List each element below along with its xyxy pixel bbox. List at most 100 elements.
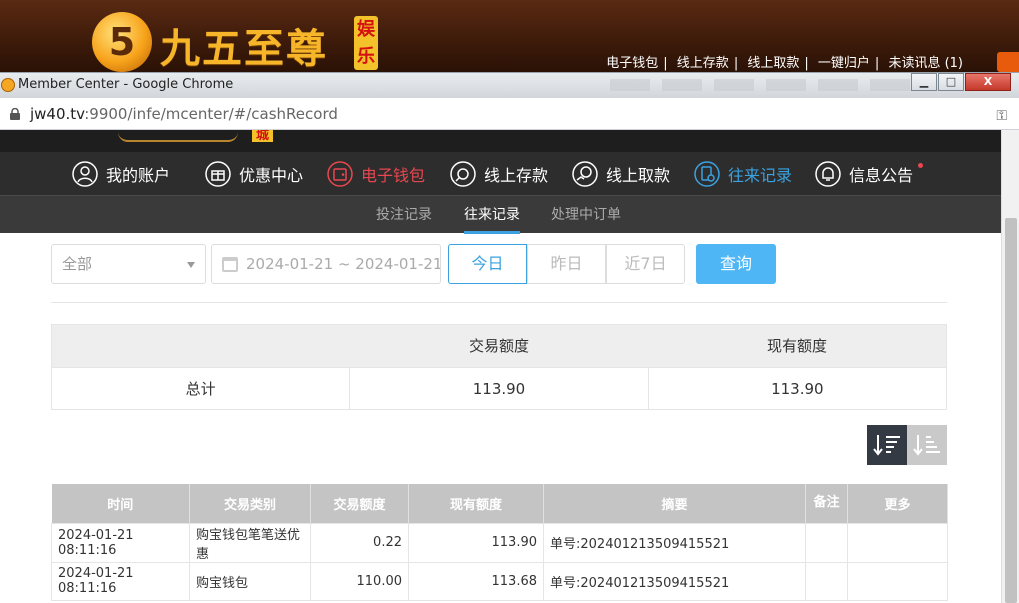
type-select[interactable]: 全部 bbox=[51, 244, 206, 284]
toplink-withdraw[interactable]: 线上取款 bbox=[747, 56, 799, 71]
nav-label: 往来记录 bbox=[728, 165, 793, 185]
summary-header: 交易额度 现有额度 bbox=[52, 325, 946, 367]
page-viewport: 城 我的账户 优惠中心 电子钱包 线上存款 线上取款 往来记录 信息公告 投注记… bbox=[0, 130, 1001, 603]
cell-balance: 113.90 bbox=[408, 522, 544, 563]
nav-label: 信息公告 bbox=[849, 165, 914, 185]
summary-header-label bbox=[52, 325, 350, 367]
url-text[interactable]: jw40.tv:9900/infe/mcenter/#/cashRecord bbox=[30, 105, 338, 123]
date-range-input[interactable]: 2024-01-21 ~ 2024-01-21 bbox=[211, 244, 441, 284]
logo-text: 九五至尊 bbox=[160, 25, 328, 72]
col-balance[interactable]: 现有额度 bbox=[408, 484, 544, 523]
sort-desc-button[interactable] bbox=[867, 425, 907, 465]
cell-remark bbox=[805, 561, 848, 601]
chevron-down-icon bbox=[187, 262, 195, 268]
nav-label: 电子钱包 bbox=[361, 165, 426, 185]
sub-nav: 投注记录 往来记录 处理中订单 bbox=[0, 195, 1001, 234]
nav-my-account[interactable]: 我的账户 bbox=[72, 152, 170, 195]
summary-total-amount: 113.90 bbox=[349, 368, 647, 409]
site-top-links: 电子钱包 | 线上存款 | 线上取款 | 一键归户 | 未读讯息 (1) bbox=[606, 56, 963, 71]
cell-summary: 单号:202401213509415521 bbox=[543, 561, 806, 601]
col-remark[interactable]: 备注 bbox=[805, 484, 848, 523]
sort-desc-icon bbox=[873, 435, 900, 456]
page-scrollbar[interactable] bbox=[1001, 130, 1019, 603]
cell-time: 2024-01-21 08:11:16 bbox=[51, 561, 190, 601]
range-7days-button[interactable]: 近7日 bbox=[606, 244, 685, 284]
record-icon bbox=[694, 160, 720, 187]
summary-total-row: 总计 113.90 113.90 bbox=[52, 367, 946, 409]
cell-amount: 110.00 bbox=[310, 561, 409, 601]
toplink-consolidate[interactable]: 一键归户 bbox=[818, 56, 870, 71]
col-more[interactable]: 更多 bbox=[847, 484, 948, 523]
col-time[interactable]: 时间 bbox=[51, 484, 190, 523]
url-host: jw40.tv bbox=[30, 105, 85, 123]
summary-table: 交易额度 现有额度 总计 113.90 113.90 bbox=[51, 324, 947, 410]
cell-time: 2024-01-21 08:11:16 bbox=[51, 522, 190, 563]
user-icon bbox=[72, 160, 98, 187]
favicon-icon bbox=[1, 78, 15, 92]
notification-dot bbox=[918, 163, 924, 168]
logo-mark: 5 bbox=[92, 12, 152, 72]
nav-announcements[interactable]: 信息公告 bbox=[815, 152, 924, 195]
nav-transaction-records[interactable]: 往来记录 bbox=[694, 152, 792, 195]
col-amount[interactable]: 交易额度 bbox=[310, 484, 409, 523]
gift-icon bbox=[205, 160, 231, 187]
bell-icon bbox=[815, 160, 841, 187]
site-corner-tab bbox=[997, 52, 1019, 72]
nav-promotions[interactable]: 优惠中心 bbox=[205, 152, 303, 195]
records-header-row: 时间 交易类别 交易额度 现有额度 摘要 备注 更多 bbox=[51, 484, 948, 523]
wallet-icon bbox=[327, 160, 353, 187]
toplink-wallet[interactable]: 电子钱包 bbox=[606, 56, 658, 71]
records-table: 时间 交易类别 交易额度 现有额度 摘要 备注 更多 2024-01-21 08… bbox=[51, 484, 948, 601]
logo-strip: 城 bbox=[0, 130, 1001, 152]
date-range-value: 2024-01-21 ~ 2024-01-21 bbox=[246, 255, 441, 273]
summary-header-amount: 交易额度 bbox=[468, 337, 529, 355]
logo-badge: 娱乐 bbox=[354, 16, 378, 70]
sort-asc-icon bbox=[913, 435, 940, 456]
site-header-background: 5 九五至尊 娱乐 电子钱包 | 线上存款 | 线上取款 | 一键归户 | 未读讯息 (… bbox=[0, 0, 1019, 72]
cell-more[interactable] bbox=[847, 522, 948, 563]
title-bar-ghost bbox=[610, 79, 910, 91]
subtab-transaction-records[interactable]: 往来记录 bbox=[464, 196, 520, 234]
nav-withdraw[interactable]: 线上取款 bbox=[572, 152, 670, 195]
summary-total-balance: 113.90 bbox=[647, 368, 946, 409]
nav-deposit[interactable]: 线上存款 bbox=[450, 152, 548, 195]
main-nav: 我的账户 优惠中心 电子钱包 线上存款 线上取款 往来记录 信息公告 bbox=[0, 152, 1001, 195]
scrollbar-thumb[interactable] bbox=[1005, 218, 1017, 603]
table-row[interactable]: 2024-01-21 08:11:16 购宝钱包笔笔送优惠 0.22 113.9… bbox=[51, 522, 948, 563]
range-yesterday-button[interactable]: 昨日 bbox=[527, 244, 606, 284]
query-button[interactable]: 查询 bbox=[696, 244, 776, 284]
cell-type: 购宝钱包 bbox=[189, 561, 311, 601]
col-summary[interactable]: 摘要 bbox=[543, 484, 806, 523]
logo-decoration bbox=[118, 132, 238, 142]
cell-type: 购宝钱包笔笔送优惠 bbox=[189, 522, 311, 563]
close-button[interactable]: X bbox=[965, 73, 1011, 91]
subtab-bet-records[interactable]: 投注记录 bbox=[376, 196, 432, 234]
lock-icon bbox=[10, 108, 20, 120]
key-icon[interactable]: ⚿ bbox=[996, 108, 1007, 124]
col-type[interactable]: 交易类别 bbox=[189, 484, 311, 523]
divider bbox=[51, 302, 947, 303]
nav-label: 线上存款 bbox=[484, 165, 549, 185]
logo-badge-lower: 城 bbox=[252, 130, 274, 142]
type-select-value: 全部 bbox=[62, 255, 93, 273]
subtab-pending-orders[interactable]: 处理中订单 bbox=[551, 196, 621, 234]
toplink-unread[interactable]: 未读讯息 (1) bbox=[888, 56, 963, 71]
sort-asc-button[interactable] bbox=[907, 425, 947, 465]
cell-more[interactable] bbox=[847, 561, 948, 601]
deposit-icon bbox=[450, 160, 476, 187]
summary-total-label: 总计 bbox=[185, 380, 216, 398]
minimize-button[interactable]: ▁ bbox=[911, 73, 937, 91]
summary-header-balance: 现有额度 bbox=[766, 337, 827, 355]
window-controls: ▁ □ X bbox=[910, 73, 1011, 93]
cell-amount: 0.22 bbox=[310, 522, 409, 563]
address-bar[interactable]: jw40.tv:9900/infe/mcenter/#/cashRecord ⚿ bbox=[0, 98, 1019, 130]
url-path: :9900/infe/mcenter/#/cashRecord bbox=[84, 105, 338, 123]
withdraw-icon bbox=[572, 160, 598, 187]
maximize-button[interactable]: □ bbox=[938, 73, 964, 91]
table-row[interactable]: 2024-01-21 08:11:16 购宝钱包 110.00 113.68 单… bbox=[51, 561, 948, 601]
chrome-title-bar[interactable]: Member Center - Google Chrome ▁ □ X bbox=[0, 72, 1019, 98]
toplink-deposit[interactable]: 线上存款 bbox=[677, 56, 729, 71]
range-today-button[interactable]: 今日 bbox=[448, 244, 527, 284]
cell-balance: 113.68 bbox=[408, 561, 544, 601]
nav-e-wallet[interactable]: 电子钱包 bbox=[327, 152, 425, 195]
